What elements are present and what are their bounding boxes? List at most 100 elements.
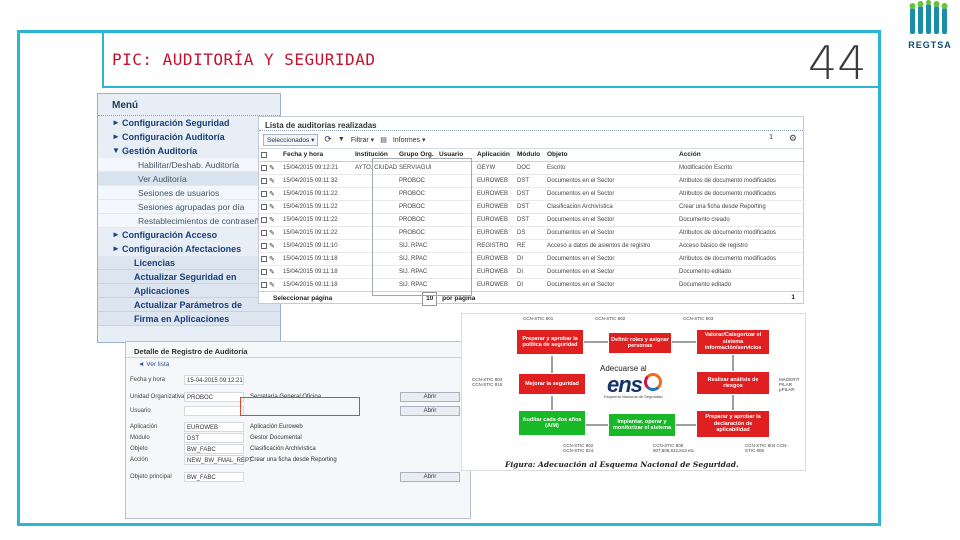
menu-item-config-seguridad[interactable]: ► Configuración Seguridad [98,116,280,130]
table-cell: Clasificación Archivística [545,200,677,214]
row-select-cell[interactable]: ✎ [259,161,281,175]
menu-item-gestion-auditoria[interactable]: ▼ Gestión Auditoría [98,144,280,158]
row-select-cell[interactable]: ✎ [259,252,281,266]
edit-icon[interactable]: ✎ [269,216,275,224]
select-pages-label[interactable]: Seleccionar página [273,295,332,302]
detail-field-value[interactable]: PROBOC [184,392,244,402]
table-row[interactable]: ✎ 15/04/2015 09:11:32 PROBOC EUROWEB DST Docu… [259,174,805,188]
menu-sub-habilitar[interactable]: Habilitar/Deshab. Auditoría [98,158,280,172]
row-checkbox[interactable] [261,268,267,275]
detail-title: Detalle de Registro de Auditoría [126,342,470,358]
menu-item-actualizar-seguridad[interactable]: Actualizar Seguridad en [98,270,280,284]
detail-field-description: Crear una ficha desde Reporting [250,457,337,463]
menu-item-actualizar-parametros[interactable]: Actualizar Parámetros de [98,298,280,312]
detail-field-label: Aplicación [130,424,158,430]
row-select-cell[interactable]: ✎ [259,278,281,292]
select-all-checkbox[interactable] [261,151,267,158]
reports-button[interactable]: Informes ▾ [393,136,426,144]
column-header[interactable]: Módulo [515,149,545,162]
table-row[interactable]: ✎ 15/04/2015 09:11:22 PROBOC EUROWEB DST Docu… [259,187,805,201]
detail-field-value[interactable]: BW_FABC [184,472,244,482]
table-row[interactable]: ✎ 15/04/2015 09:11:22 PROBOC EUROWEB DST Clas… [259,200,805,214]
detail-field-value[interactable] [184,406,244,416]
refresh-icon[interactable]: ⟳ [324,134,332,145]
menu-sub-sesiones[interactable]: Sesiones de usuarios [98,186,280,200]
edit-icon[interactable]: ✎ [269,190,275,198]
edit-icon[interactable]: ✎ [269,177,275,185]
row-select-cell[interactable]: ✎ [259,174,281,188]
edit-icon[interactable]: ✎ [269,164,275,172]
menu-item-licencias[interactable]: Licencias [98,256,280,270]
column-header[interactable]: Objeto [545,149,677,162]
ens-connector-arrow [551,356,553,373]
table-row[interactable]: ✎ 15/04/2015 09:11:18 SIJ. RPAC EUROWEB DI Do… [259,265,805,279]
menu-sub-sesiones-dia[interactable]: Sesiones agrupadas por día [98,200,280,214]
row-select-cell[interactable]: ✎ [259,265,281,279]
table-row[interactable]: ✎ 15/04/2015 09:12:21 AYTO. CIUDAD SERVIAGU… [259,161,805,175]
filter-button[interactable]: Filtrar ▾ [351,136,374,144]
edit-icon[interactable]: ✎ [269,281,275,289]
menu-panel: Menú ► Configuración Seguridad ► Configura… [97,93,281,343]
row-select-cell[interactable]: ✎ [259,226,281,240]
select-dropdown-button[interactable]: Seleccionados ▾ [263,133,319,146]
table-cell: 15/04/2015 09:11:18 [281,252,353,266]
edit-icon[interactable]: ✎ [269,203,275,211]
column-header[interactable]: Aplicación [475,149,515,162]
column-header[interactable]: Acción [677,149,805,162]
edit-icon[interactable]: ✎ [269,255,275,263]
menu-item-firma-aplicaciones[interactable]: Firma en Aplicaciones [98,312,280,326]
menu-sub-ver-auditoria[interactable]: Ver Auditoría [98,172,280,186]
table-row[interactable]: ✎ 15/04/2015 09:11:18 SIJ. RPAC EUROWEB DI Do… [259,252,805,266]
table-cell: DST [515,213,545,227]
table-cell: Documentos en el Sector [545,187,677,201]
table-cell: EUROWEB [475,226,515,240]
triangle-right-icon: ► [112,132,120,141]
row-checkbox[interactable] [261,203,267,210]
row-checkbox[interactable] [261,242,267,249]
menu-item-config-auditoria[interactable]: ► Configuración Auditoría [98,130,280,144]
row-checkbox[interactable] [261,177,267,184]
detail-field-label: Acción [130,457,149,463]
row-select-cell[interactable]: ✎ [259,213,281,227]
row-select-cell[interactable]: ✎ [259,239,281,253]
row-select-cell[interactable]: ✎ [259,187,281,201]
table-cell: Documento editado [677,265,805,279]
row-checkbox[interactable] [261,229,267,236]
back-to-list-link[interactable]: ◄ Ver lista [126,358,470,370]
triangle-right-icon: ► [112,244,120,253]
ens-connector-arrow [732,355,734,371]
edit-icon[interactable]: ✎ [269,229,275,237]
menu-item-config-acceso[interactable]: ► Configuración Acceso [98,228,280,242]
table-cell: EUROWEB [475,213,515,227]
table-row[interactable]: ✎ 15/04/2015 09:11:18 SIJ. RPAC EUROWEB DI Do… [259,278,805,292]
row-checkbox[interactable] [261,255,267,262]
edit-icon[interactable]: ✎ [269,242,275,250]
edit-icon[interactable]: ✎ [269,268,275,276]
table-row[interactable]: ✎ 15/04/2015 09:11:22 PROBOC EUROWEB DS Docum… [259,226,805,240]
menu-item-aplicaciones[interactable]: Aplicaciones [98,284,280,298]
row-select-cell[interactable]: ✎ [259,200,281,214]
gear-icon[interactable]: ⚙ [789,133,797,144]
row-checkbox[interactable] [261,281,267,288]
detail-field-value[interactable]: EUROWEB [184,422,244,432]
detail-field-label: Usuario [130,408,151,414]
triangle-down-icon: ▼ [112,146,120,155]
detail-field-value[interactable]: NEW_BW_FMAL_REPT [184,455,253,465]
detail-field-value[interactable]: 15-04-2015 09:12:21 [184,375,244,385]
select-all-cell[interactable] [259,149,281,162]
row-checkbox[interactable] [261,190,267,197]
ens-reference-label: CCN-STIC 804 CCN-STIC 815 [472,377,503,387]
detail-field-value[interactable]: BW_FABC [184,444,244,454]
menu-sub-restablecimientos[interactable]: Restablecimientos de contraseña [98,214,280,228]
menu-item-config-afectaciones[interactable]: ► Configuración Afectaciones [98,242,280,256]
table-row[interactable]: ✎ 15/04/2015 09:11:10 SIJ. RPAC REGISTRO RE A… [259,239,805,253]
open-button[interactable]: Abrir [400,472,460,482]
open-button[interactable]: Abrir [400,392,460,402]
row-checkbox[interactable] [261,216,267,223]
table-row[interactable]: ✎ 15/04/2015 09:11:22 PROBOC EUROWEB DST Docu… [259,213,805,227]
table-cell: 15/04/2015 09:11:22 [281,200,353,214]
row-checkbox[interactable] [261,164,267,171]
column-header[interactable]: Fecha y hora [281,149,353,162]
detail-field-value[interactable]: DST [184,433,244,443]
open-button[interactable]: Abrir [400,406,460,416]
